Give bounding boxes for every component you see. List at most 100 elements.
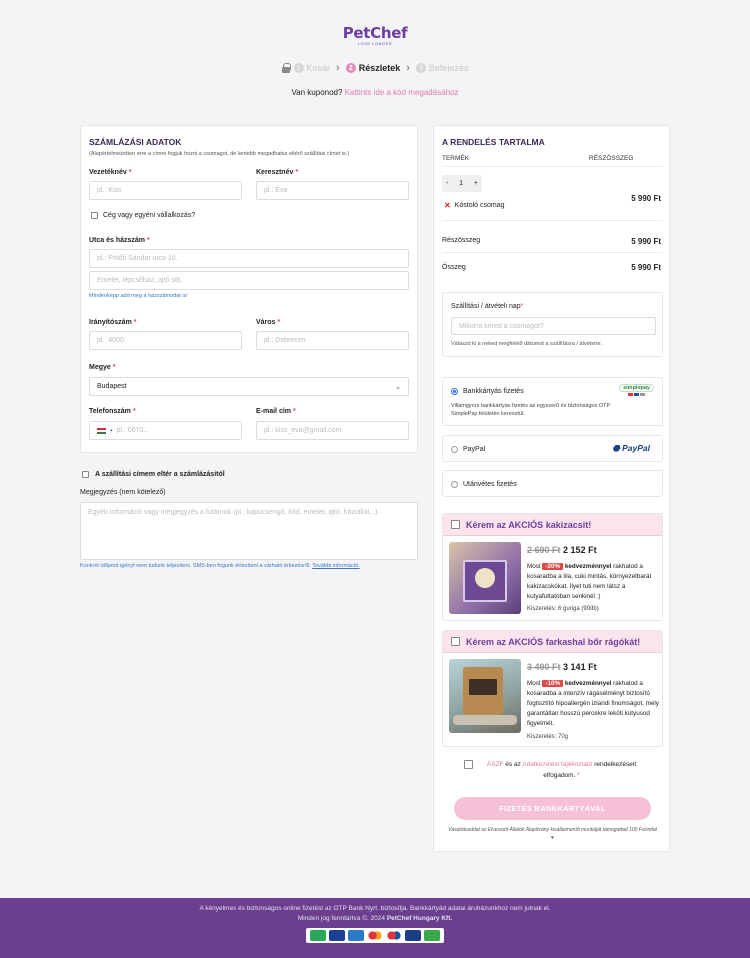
visa-icon xyxy=(329,930,345,941)
street-hint: Mindenképp add meg a házszámodat is! xyxy=(89,293,188,299)
payment-cod-option[interactable]: Utánvétes fizetés xyxy=(442,470,663,497)
firstname-input[interactable]: pl.: Éva xyxy=(256,181,409,200)
lastname-input[interactable]: pl.: Kiss xyxy=(89,181,242,200)
col-product: TERMÉK xyxy=(442,155,470,162)
subtotal-value: 5 990 Ft xyxy=(631,237,661,246)
company-checkbox[interactable] xyxy=(91,212,98,219)
promo2-text: Most -10% kedvezménnyel rakhatod a kosar… xyxy=(527,680,659,727)
promo1-header[interactable]: Kérem az AKCIÓS kakizacsit! xyxy=(443,514,662,536)
company-checkbox-row[interactable]: Cég vagy egyéni vállalkozás? xyxy=(91,212,195,219)
divider xyxy=(442,220,663,221)
email-input[interactable]: pl.: kiss_eva@gmail.com xyxy=(256,421,409,440)
zip-input[interactable]: pl.: 4000 xyxy=(89,331,242,350)
billing-title: SZÁMLÁZÁSI ADATOK xyxy=(89,137,182,147)
step-finish: 3 Befejezés xyxy=(415,63,468,73)
amex-icon xyxy=(348,930,364,941)
county-label: Megye * xyxy=(89,364,116,371)
shipping-diff-row[interactable]: A szállítási címem eltér a számlázásitól xyxy=(82,471,225,478)
phone-input[interactable]: ▾ pl.: 0670... xyxy=(89,421,242,440)
notes-info: Konkrét időpont igényt nem tudunk teljes… xyxy=(80,563,360,569)
firstname-label: Keresztnév * xyxy=(256,169,299,176)
brand-name: PetChef xyxy=(342,24,408,42)
increase-button[interactable]: + xyxy=(474,180,478,187)
order-title: A RENDELÉS TARTALMA xyxy=(442,137,545,147)
product-name: Kóstoló csomag xyxy=(454,202,505,209)
promo1-checkbox[interactable] xyxy=(451,520,460,529)
remove-icon[interactable]: ✕ xyxy=(444,201,451,210)
szep-card-icon xyxy=(424,930,440,941)
terms-checkbox[interactable] xyxy=(464,760,473,769)
phone-label: Telefonszám * xyxy=(89,408,136,415)
city-label: Város * xyxy=(256,319,281,326)
step-details: 2 Részletek xyxy=(345,63,401,73)
promo1-pack: Kiszerelés: 6 guriga (90db) xyxy=(527,606,599,612)
chevron-right-icon: › xyxy=(406,62,410,74)
paypal-radio[interactable] xyxy=(451,446,458,453)
paypal-icon xyxy=(405,930,421,941)
promo1-discount-badge: -20% xyxy=(542,563,564,570)
simplepay-logo: simplepay xyxy=(619,384,654,396)
zip-label: Irányítószám * xyxy=(89,319,137,326)
promo1-title: Kérem az AKCIÓS kakizacsit! xyxy=(466,519,592,530)
cod-option-row[interactable]: Utánvétes fizetés xyxy=(451,481,517,488)
charity-note: Vásárlásoddal az Elveszett Állatok Alapí… xyxy=(448,827,657,841)
step-details-label: Részletek xyxy=(358,63,401,73)
payment-logos xyxy=(306,928,444,943)
chevron-right-icon: › xyxy=(336,62,340,74)
promo2-checkbox[interactable] xyxy=(451,637,460,646)
privacy-link[interactable]: Adatkezelési tájékoztató xyxy=(522,761,592,768)
subtotal-label: Részösszeg xyxy=(442,237,481,244)
promo2-pack: Kiszerelés: 70g xyxy=(527,734,569,740)
phone-placeholder: pl.: 0670... xyxy=(116,427,150,434)
delivery-date-input[interactable]: Mikorra kéred a csomagot? xyxy=(451,317,656,335)
delivery-box: Szállítási / átvételi nap* Mikorra kéred… xyxy=(442,292,663,357)
promo2-header[interactable]: Kérem az AKCIÓS farkashal bőr rágókát! xyxy=(443,631,662,653)
street-input[interactable]: pl.: Petőfi Sándor utca 10. xyxy=(89,249,409,268)
hungary-flag-icon[interactable] xyxy=(97,427,106,434)
mastercard-icon xyxy=(367,930,383,941)
coupon-question: Van kuponod? xyxy=(291,88,343,97)
notes-textarea[interactable]: Egyéb információ vagy megjegyzés a futár… xyxy=(80,502,418,560)
payment-card-option[interactable]: Bankkártyás fizetés simplepay Villámgyor… xyxy=(442,377,663,426)
card-desc: Villámgyors bankkártyás fizetés az egysz… xyxy=(451,403,611,417)
chevron-down-icon: ⌄ xyxy=(395,383,401,391)
card-option-row[interactable]: Bankkártyás fizetés xyxy=(451,388,524,395)
shipping-diff-label: A szállítási címem eltér a számlázásitól xyxy=(95,471,225,478)
step-cart[interactable]: 1 Kosár xyxy=(293,63,331,73)
notes-label: Megjegyzés (nem kötelező) xyxy=(80,489,166,496)
coupon-link[interactable]: Kattints ide a kód megadásához xyxy=(345,88,459,97)
decrease-button[interactable]: - xyxy=(446,180,448,187)
street2-input[interactable]: Emelet, lépcsőház, ajtó stb. xyxy=(89,271,409,290)
shipping-diff-checkbox[interactable] xyxy=(82,471,89,478)
checkout-steps: 1 Kosár › 2 Részletek › 3 Befejezés xyxy=(0,62,750,74)
divider xyxy=(442,166,663,167)
pay-with-card-button[interactable]: FIZETÉS BANKKÁRTYÁVAL xyxy=(454,797,651,820)
promo2-price: 3 490 Ft 3 141 Ft xyxy=(527,662,597,672)
city-input[interactable]: pl.: Debrecen xyxy=(256,331,409,350)
card-radio[interactable] xyxy=(451,388,458,395)
terms-row: ÁSZF és az Adatkezelési tájékoztató rend… xyxy=(464,759,644,781)
cod-radio[interactable] xyxy=(451,481,458,488)
street-label: Utca és házszám * xyxy=(89,237,150,244)
payment-paypal-option[interactable]: PayPal ⬣ PayPal xyxy=(442,435,663,462)
maestro-icon xyxy=(386,930,402,941)
promo1-price: 2 690 Ft 2 152 Ft xyxy=(527,545,597,555)
step-cart-label: Kosár xyxy=(306,63,331,73)
quantity-value: 1 xyxy=(459,180,464,187)
county-value: Budapest xyxy=(97,383,127,390)
quantity-stepper[interactable]: - 1 + xyxy=(442,175,482,192)
card-label: Bankkártyás fizetés xyxy=(463,388,524,395)
paypal-logo: ⬣ PayPal xyxy=(612,443,650,453)
more-info-link[interactable]: További információ. xyxy=(312,563,359,569)
paypal-option-row[interactable]: PayPal xyxy=(451,446,485,453)
county-select[interactable]: Budapest ⌄ xyxy=(89,377,409,396)
cod-label: Utánvétes fizetés xyxy=(463,481,517,488)
total-value: 5 990 Ft xyxy=(631,263,661,272)
aszf-link[interactable]: ÁSZF xyxy=(487,761,504,768)
brand-logo[interactable]: PetChef LOVE LONGER xyxy=(0,24,750,46)
promo2-title: Kérem az AKCIÓS farkashal bőr rágókát! xyxy=(466,636,641,647)
email-label: E-mail cím * xyxy=(256,408,296,415)
promo-card-2: Kérem az AKCIÓS farkashal bőr rágókát! 3… xyxy=(442,630,663,747)
company-label: Cég vagy egyéni vállalkozás? xyxy=(103,212,196,219)
order-card: A RENDELÉS TARTALMA TERMÉK RÉSZÖSSZEG - … xyxy=(433,125,670,852)
